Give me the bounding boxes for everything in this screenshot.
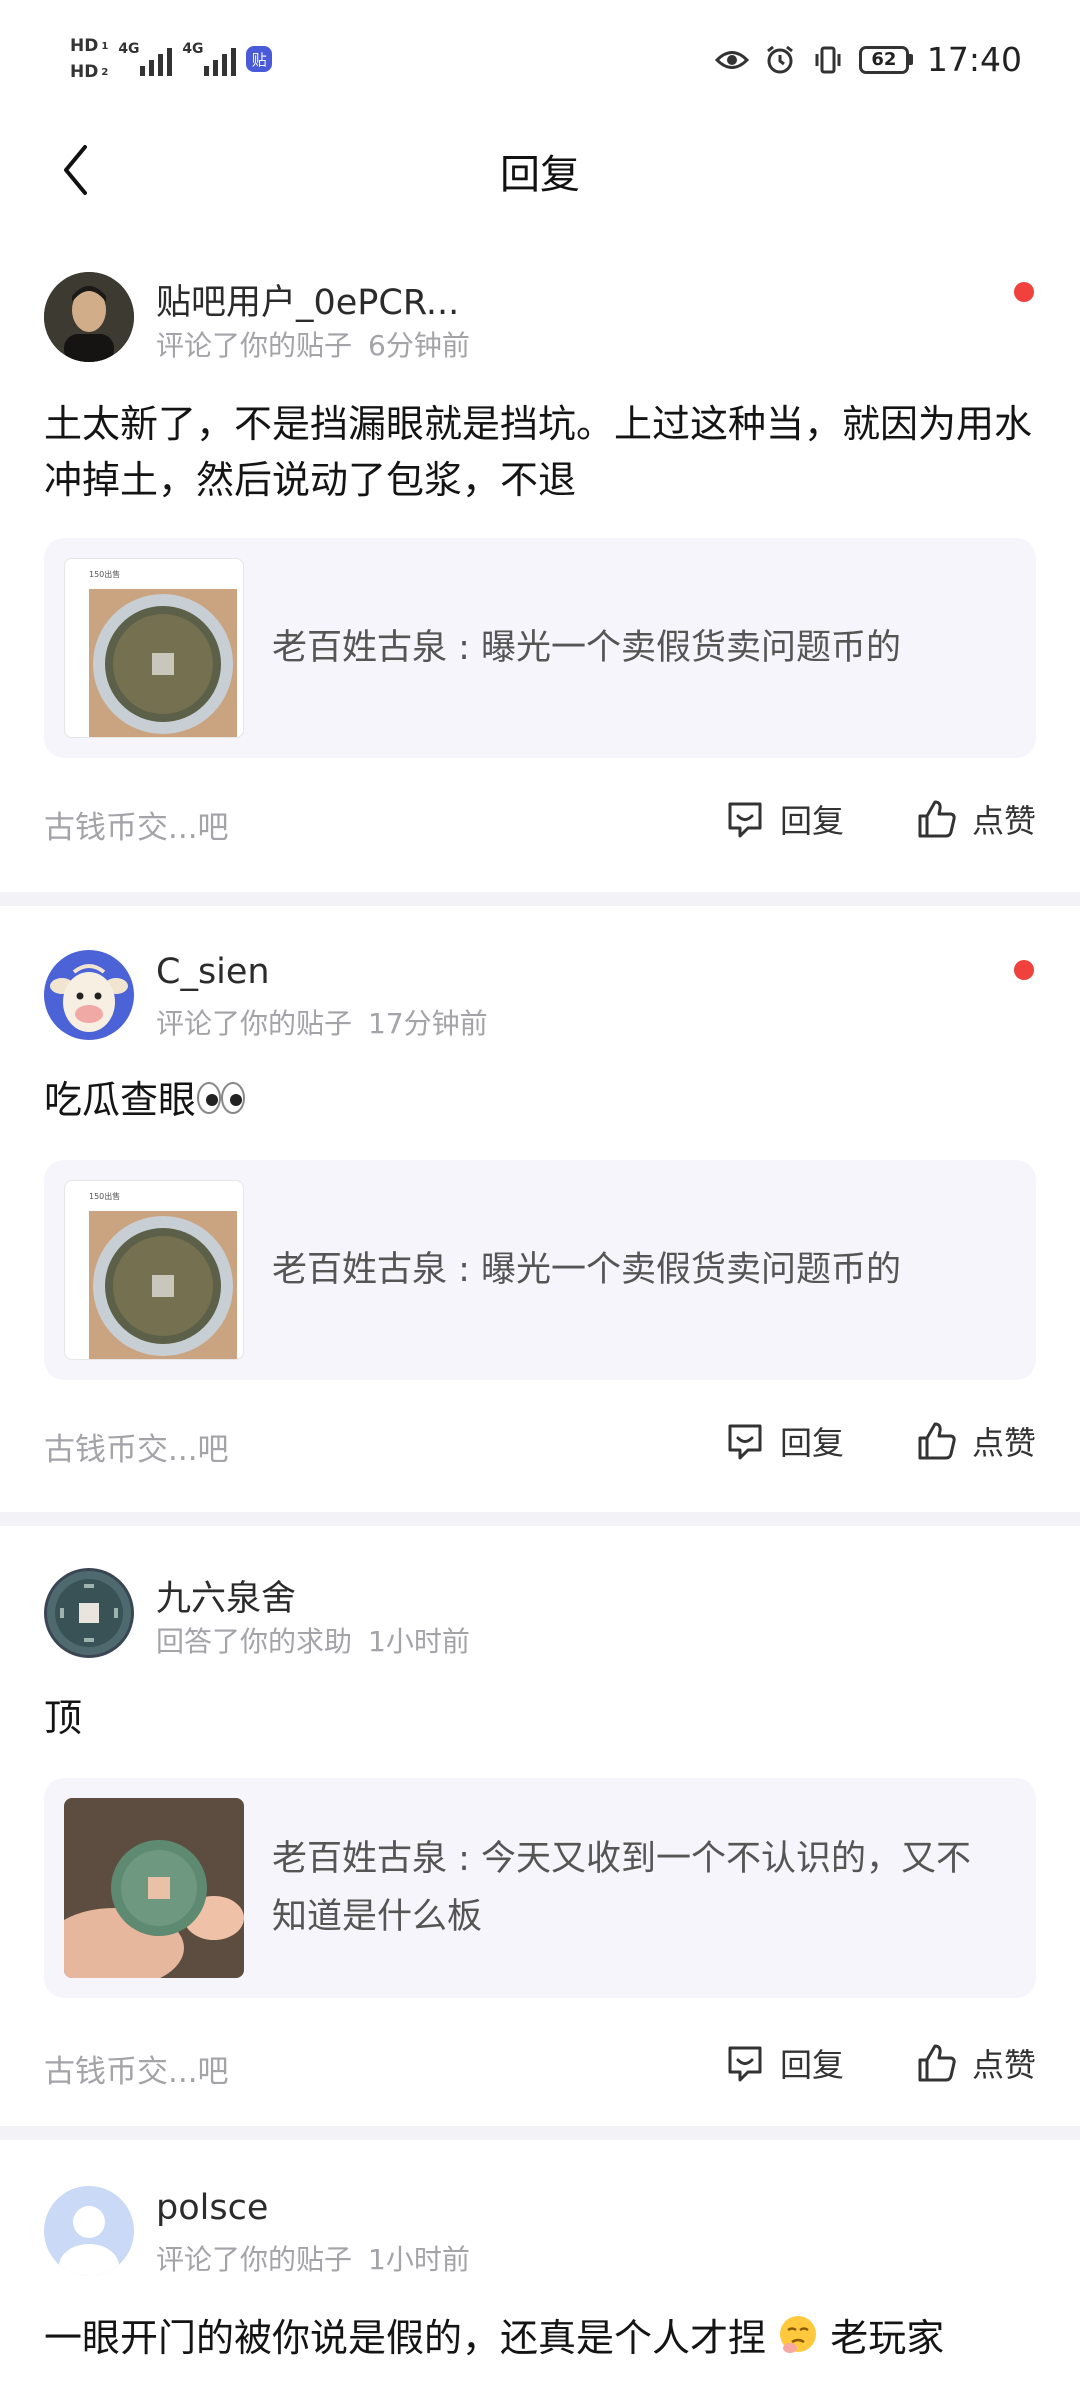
post-thumbnail	[64, 1798, 244, 1978]
tieba-app-icon: 贴	[246, 46, 273, 72]
like-label: 点赞	[971, 802, 1036, 840]
like-button[interactable]: 点赞	[916, 2040, 1036, 2086]
avatar[interactable]	[44, 2186, 134, 2276]
reply-button[interactable]: 回复	[724, 2040, 844, 2086]
item-footer: 古钱币交...吧 回复 点赞	[44, 2036, 1036, 2096]
meta: 评论了你的贴子 17分钟前	[156, 1002, 488, 1042]
like-button[interactable]: 点赞	[916, 796, 1036, 842]
notification-item[interactable]: 九六泉舍 回答了你的求助 1小时前 顶 老百姓古泉 : 今天又收到一个不认识的，又…	[0, 1568, 1080, 2120]
eyes-emoji-icon	[196, 1075, 246, 1131]
action-text: 回答了你的求助	[156, 1625, 353, 1658]
unread-dot	[1014, 960, 1034, 980]
forum-name[interactable]: 古钱币交...吧	[44, 1424, 229, 1469]
reply-button[interactable]: 回复	[724, 1418, 844, 1464]
like-label: 点赞	[971, 1424, 1036, 1462]
eye-icon	[714, 43, 749, 77]
nav-bar: 回复	[0, 130, 1080, 210]
status-right: 62 17:40	[714, 40, 1022, 79]
quoted-post[interactable]: 150出售 老百姓古泉 : 曝光一个卖假货卖问题币的	[44, 538, 1036, 758]
reply-button[interactable]: 回复	[724, 796, 844, 842]
avatar[interactable]	[44, 272, 134, 362]
reply-content: 顶	[44, 1696, 83, 1740]
reply-content: 一眼开门的被你说是假的，还真是个人才捏 老玩家	[44, 2310, 1036, 2369]
reply-label: 回复	[779, 1424, 844, 1462]
quoted-post[interactable]: 150出售 老百姓古泉 : 曝光一个卖假货卖问题币的	[44, 1160, 1036, 1380]
signal-icon: 4G	[118, 42, 173, 76]
timestamp: 6分钟前	[368, 329, 470, 362]
like-label: 点赞	[971, 2046, 1036, 2084]
thumbs-up-icon	[918, 2044, 956, 2082]
reply-icon	[728, 1424, 762, 1460]
meta: 回答了你的求助 1小时前	[156, 1620, 470, 1660]
reply-text: 吃瓜查眼	[44, 1078, 197, 1122]
quoted-post-text: 老百姓古泉 : 今天又收到一个不认识的，又不知道是什么板	[272, 1839, 972, 1937]
signal-icon: 4G	[182, 42, 237, 76]
notification-item[interactable]: polsce 评论了你的贴子 1小时前 一眼开门的被你说是假的，还真是个人才捏 老…	[0, 2186, 1080, 2388]
thumbs-up-icon	[918, 1422, 956, 1460]
status-bar: HD 1 HD 2 4G 4G 贴 62 17:40	[0, 0, 1080, 130]
reply-text: 一眼开门的被你说是假的，还真是个人才捏	[44, 2316, 767, 2360]
item-footer: 古钱币交...吧 回复 点赞	[44, 792, 1036, 852]
timestamp: 1小时前	[368, 1625, 470, 1658]
quoted-post-text: 老百姓古泉 : 曝光一个卖假货卖问题币的	[272, 628, 902, 668]
forum-name[interactable]: 古钱币交...吧	[44, 802, 229, 847]
reply-label: 回复	[779, 802, 844, 840]
reply-icon	[728, 2046, 762, 2082]
timestamp: 1小时前	[368, 2243, 470, 2276]
status-left: HD 1 HD 2 4G 4G 贴	[70, 36, 273, 82]
reply-content: 土太新了，不是挡漏眼就是挡坑。上过这种当，就因为用水冲掉土，然后说动了包浆，不退	[44, 402, 1033, 502]
forum-name[interactable]: 古钱币交...吧	[44, 2046, 229, 2091]
username[interactable]: 九六泉舍	[156, 1570, 296, 1621]
post-thumbnail: 150出售	[64, 1180, 244, 1360]
username[interactable]: 贴吧用户_0ePCR...	[156, 274, 459, 325]
separator	[0, 892, 1080, 906]
quoted-post[interactable]: 老百姓古泉 : 今天又收到一个不认识的，又不知道是什么板	[44, 1778, 1036, 1998]
avatar[interactable]	[44, 950, 134, 1040]
separator	[0, 2126, 1080, 2140]
hd-indicators: HD 1 HD 2	[70, 36, 108, 82]
action-text: 评论了你的贴子	[156, 2243, 353, 2276]
separator	[0, 1512, 1080, 1526]
battery-icon: 62	[858, 45, 913, 74]
item-footer: 古钱币交...吧 回复 点赞	[44, 1414, 1036, 1474]
reply-label: 回复	[779, 2046, 844, 2084]
vibrate-icon	[811, 43, 845, 77]
reply-content: 吃瓜查眼	[44, 1072, 1036, 1131]
thumbs-up-icon	[918, 800, 956, 838]
timestamp: 17分钟前	[368, 1007, 488, 1040]
page-title: 回复	[500, 152, 580, 198]
notification-item[interactable]: C_sien 评论了你的贴子 17分钟前 吃瓜查眼 150出售 老百姓古泉 : 曝…	[0, 950, 1080, 1498]
quoted-post-text: 老百姓古泉 : 曝光一个卖假货卖问题币的	[272, 1250, 902, 1290]
username[interactable]: polsce	[156, 2188, 268, 2228]
reply-text-tail: 老玩家	[830, 2316, 945, 2360]
action-text: 评论了你的贴子	[156, 329, 353, 362]
meta: 评论了你的贴子 6分钟前	[156, 324, 470, 364]
clock: 17:40	[926, 40, 1022, 79]
reply-icon	[728, 802, 762, 838]
smirk-emoji-icon	[778, 2313, 818, 2369]
like-button[interactable]: 点赞	[916, 1418, 1036, 1464]
hd-indicator-1: HD 1	[70, 36, 109, 56]
action-text: 评论了你的贴子	[156, 1007, 353, 1040]
alarm-icon	[763, 43, 797, 77]
notification-item[interactable]: 贴吧用户_0ePCR... 评论了你的贴子 6分钟前 土太新了，不是挡漏眼就是挡坑…	[0, 272, 1080, 892]
username[interactable]: C_sien	[156, 952, 270, 992]
hd-indicator-2: HD 2	[70, 62, 109, 82]
avatar[interactable]	[44, 1568, 134, 1658]
post-thumbnail: 150出售	[64, 558, 244, 738]
meta: 评论了你的贴子 1小时前	[156, 2238, 470, 2278]
unread-dot	[1014, 282, 1034, 302]
